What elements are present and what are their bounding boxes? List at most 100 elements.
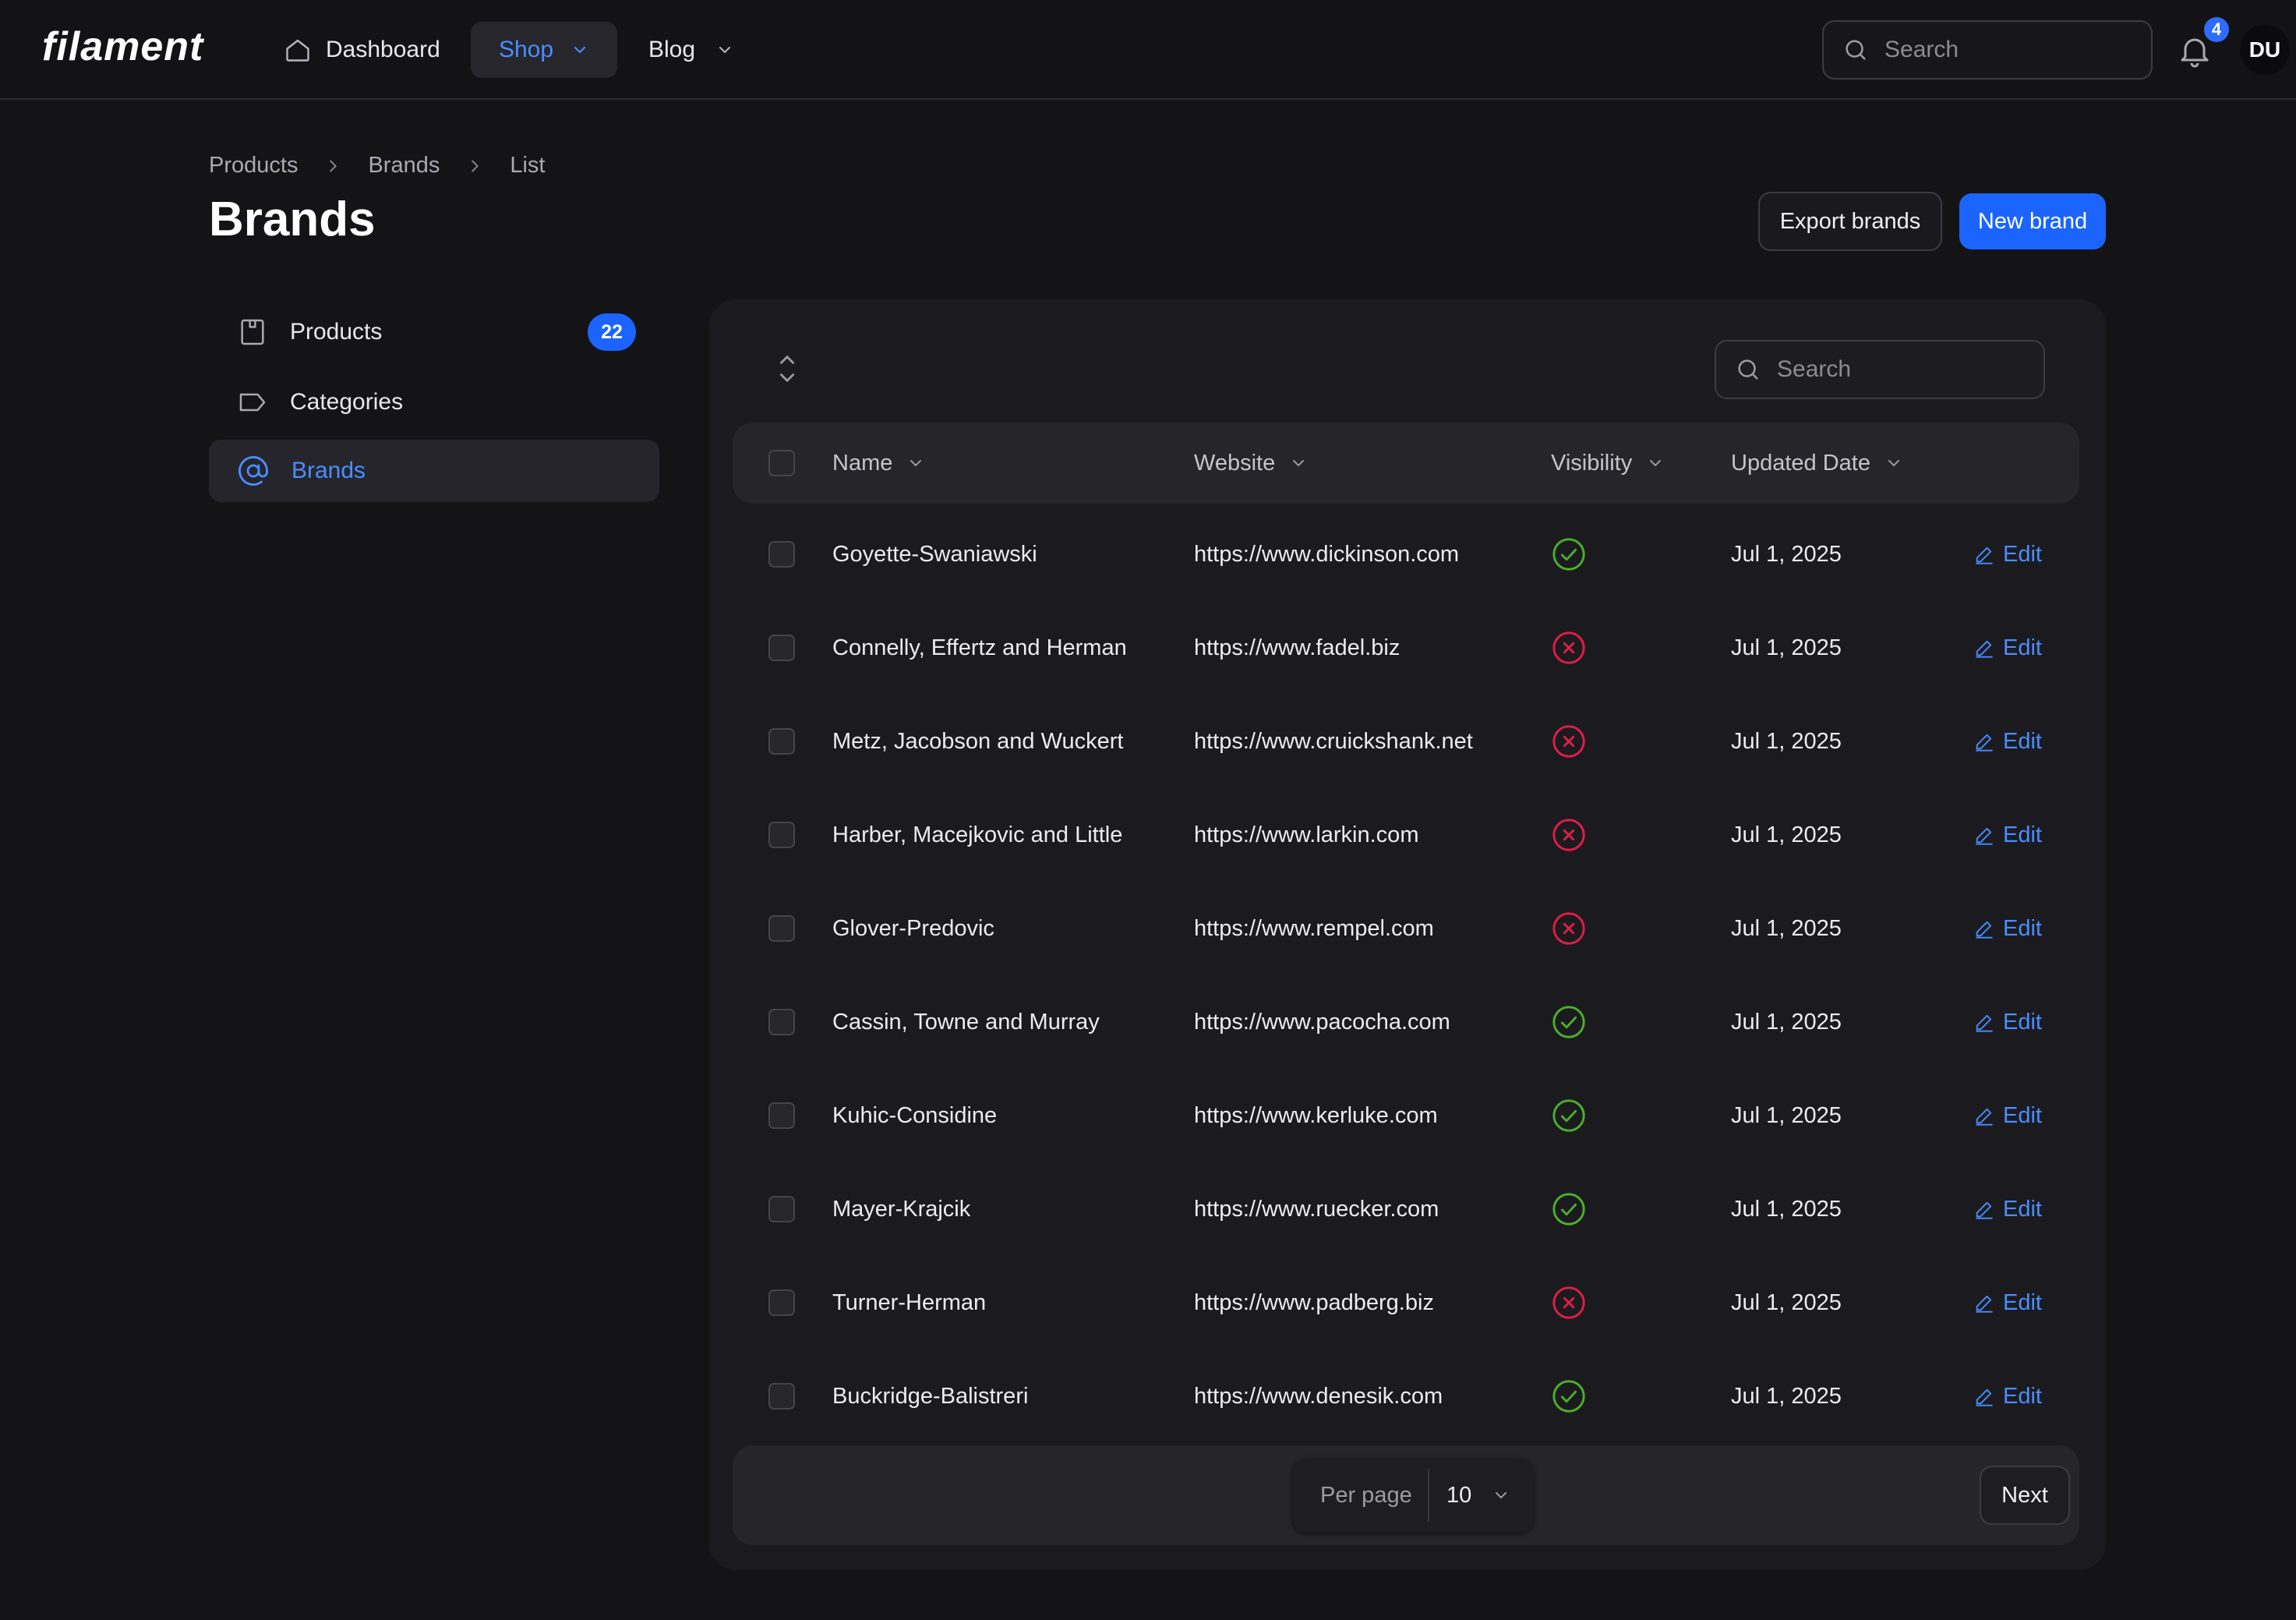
cell-name: Buckridge-Balistreri — [832, 1383, 1029, 1409]
table-row[interactable]: Metz, Jacobson and Wuckert https://www.c… — [733, 695, 2079, 788]
chevron-right-icon — [324, 157, 341, 175]
row-checkbox[interactable] — [768, 1289, 795, 1316]
row-checkbox[interactable] — [768, 728, 795, 755]
cell-visibility — [1551, 508, 1587, 601]
column-header-label: Updated Date — [1731, 450, 1870, 476]
page-title: Brands — [209, 193, 376, 246]
column-header-label: Website — [1194, 450, 1276, 476]
nav-shop-dropdown[interactable]: Shop — [471, 22, 617, 78]
per-page-value[interactable]: 10 — [1446, 1458, 1510, 1533]
cell-name: Cassin, Towne and Murray — [832, 1009, 1100, 1035]
edit-link[interactable]: Edit — [1973, 508, 2042, 601]
new-brand-button[interactable]: New brand — [1959, 193, 2106, 249]
x-circle-icon — [1552, 1286, 1585, 1319]
pencil-icon — [1976, 640, 1993, 658]
next-page-button[interactable]: Next — [1980, 1466, 2070, 1525]
table-search-input[interactable] — [1775, 355, 2012, 384]
row-checkbox[interactable] — [768, 915, 795, 942]
breadcrumb: Products Brands List — [209, 153, 545, 179]
edit-link[interactable]: Edit — [1973, 601, 2042, 695]
table-row[interactable]: Mayer-Krajcik https://www.ruecker.com Ju… — [733, 1162, 2079, 1256]
cell-visibility — [1551, 1256, 1587, 1349]
check-circle-icon — [1552, 1099, 1585, 1132]
table-row[interactable]: Goyette-Swaniawski https://www.dickinson… — [733, 508, 2079, 601]
breadcrumb-products[interactable]: Products — [209, 153, 298, 179]
edit-label: Edit — [2003, 1102, 2042, 1128]
row-checkbox[interactable] — [768, 1102, 795, 1129]
global-search[interactable] — [1822, 20, 2153, 80]
table-row[interactable]: Turner-Herman https://www.padberg.biz Ju… — [733, 1256, 2079, 1349]
table-row[interactable]: Connelly, Effertz and Herman https://www… — [733, 601, 2079, 695]
edit-link[interactable]: Edit — [1973, 1069, 2042, 1162]
top-navigation-bar: filament Dashboard Shop Blog 4 DU — [0, 0, 2296, 100]
table-row[interactable]: Buckridge-Balistreri https://www.denesik… — [733, 1349, 2079, 1443]
row-checkbox[interactable] — [768, 822, 795, 848]
x-circle-icon — [1552, 912, 1585, 945]
cell-name: Mayer-Krajcik — [832, 1196, 971, 1222]
column-header-label: Visibility — [1551, 450, 1633, 476]
column-header-name[interactable]: Name — [832, 423, 925, 504]
pencil-icon — [1976, 1388, 1993, 1406]
table-row[interactable]: Cassin, Towne and Murray https://www.pac… — [733, 975, 2079, 1069]
table-row[interactable]: Glover-Predovic https://www.rempel.com J… — [733, 882, 2079, 975]
column-header-website[interactable]: Website — [1194, 423, 1308, 504]
user-avatar[interactable]: DU — [2240, 25, 2290, 75]
edit-link[interactable]: Edit — [1973, 1349, 2042, 1443]
select-all-checkbox[interactable] — [768, 450, 795, 476]
edit-link[interactable]: Edit — [1973, 1256, 2042, 1349]
cell-name: Glover-Predovic — [832, 915, 994, 941]
cell-name: Goyette-Swaniawski — [832, 541, 1037, 567]
pencil-icon — [1976, 1014, 1993, 1032]
table-search[interactable] — [1715, 340, 2045, 399]
tag-icon — [239, 393, 266, 412]
notification-count-badge: 4 — [2204, 17, 2229, 42]
sidebar-item-brands[interactable]: Brands — [209, 440, 659, 502]
chevron-down-icon — [1496, 1492, 1507, 1499]
cell-website: https://www.padberg.biz — [1194, 1289, 1434, 1315]
pencil-icon — [1976, 734, 1993, 752]
sidebar-item-label: Brands — [291, 458, 366, 483]
divider — [1428, 1469, 1429, 1522]
cell-updated-date: Jul 1, 2025 — [1731, 1383, 1842, 1409]
nav-dashboard[interactable]: Dashboard — [284, 22, 440, 78]
table-header: Name Website Visibility Updated Date — [733, 423, 2079, 504]
edit-link[interactable]: Edit — [1973, 695, 2042, 788]
row-checkbox[interactable] — [768, 1009, 795, 1035]
sort-toggle-icon[interactable] — [779, 352, 795, 385]
product-box-icon — [241, 319, 264, 345]
cell-name: Metz, Jacobson and Wuckert — [832, 728, 1124, 754]
table-row[interactable]: Harber, Macejkovic and Little https://ww… — [733, 788, 2079, 882]
nav-shop-label: Shop — [498, 37, 554, 62]
sidebar-item-products[interactable]: Products 22 — [209, 301, 659, 363]
export-brands-button[interactable]: Export brands — [1758, 192, 1942, 251]
edit-link[interactable]: Edit — [1973, 1162, 2042, 1256]
app-logo[interactable]: filament — [42, 23, 203, 70]
global-search-input[interactable] — [1883, 36, 2120, 64]
edit-link[interactable]: Edit — [1973, 882, 2042, 975]
cell-visibility — [1551, 882, 1587, 975]
table-row[interactable]: Kuhic-Considine https://www.kerluke.com … — [733, 1069, 2079, 1162]
cell-updated-date: Jul 1, 2025 — [1731, 635, 1842, 660]
edit-label: Edit — [2003, 728, 2042, 754]
cell-updated-date: Jul 1, 2025 — [1731, 915, 1842, 941]
chevron-down-icon — [910, 460, 922, 467]
per-page-value-text: 10 — [1446, 1482, 1472, 1508]
row-checkbox[interactable] — [768, 541, 795, 568]
sidebar-item-categories[interactable]: Categories — [209, 371, 659, 433]
column-header-updated-date[interactable]: Updated Date — [1731, 423, 1903, 504]
edit-link[interactable]: Edit — [1973, 788, 2042, 882]
edit-link[interactable]: Edit — [1973, 975, 2042, 1069]
column-header-label: Name — [832, 450, 893, 476]
breadcrumb-brands[interactable]: Brands — [368, 153, 440, 179]
nav-blog-dropdown[interactable]: Blog — [648, 22, 734, 78]
cell-website: https://www.fadel.biz — [1194, 635, 1401, 660]
cell-website: https://www.pacocha.com — [1194, 1009, 1450, 1035]
cell-visibility — [1551, 601, 1587, 695]
cell-visibility — [1551, 1069, 1587, 1162]
home-icon — [286, 39, 309, 62]
row-checkbox[interactable] — [768, 1383, 795, 1410]
row-checkbox[interactable] — [768, 1196, 795, 1222]
row-checkbox[interactable] — [768, 635, 795, 661]
per-page-select[interactable]: Per page 10 — [1292, 1458, 1534, 1533]
column-header-visibility[interactable]: Visibility — [1551, 423, 1665, 504]
